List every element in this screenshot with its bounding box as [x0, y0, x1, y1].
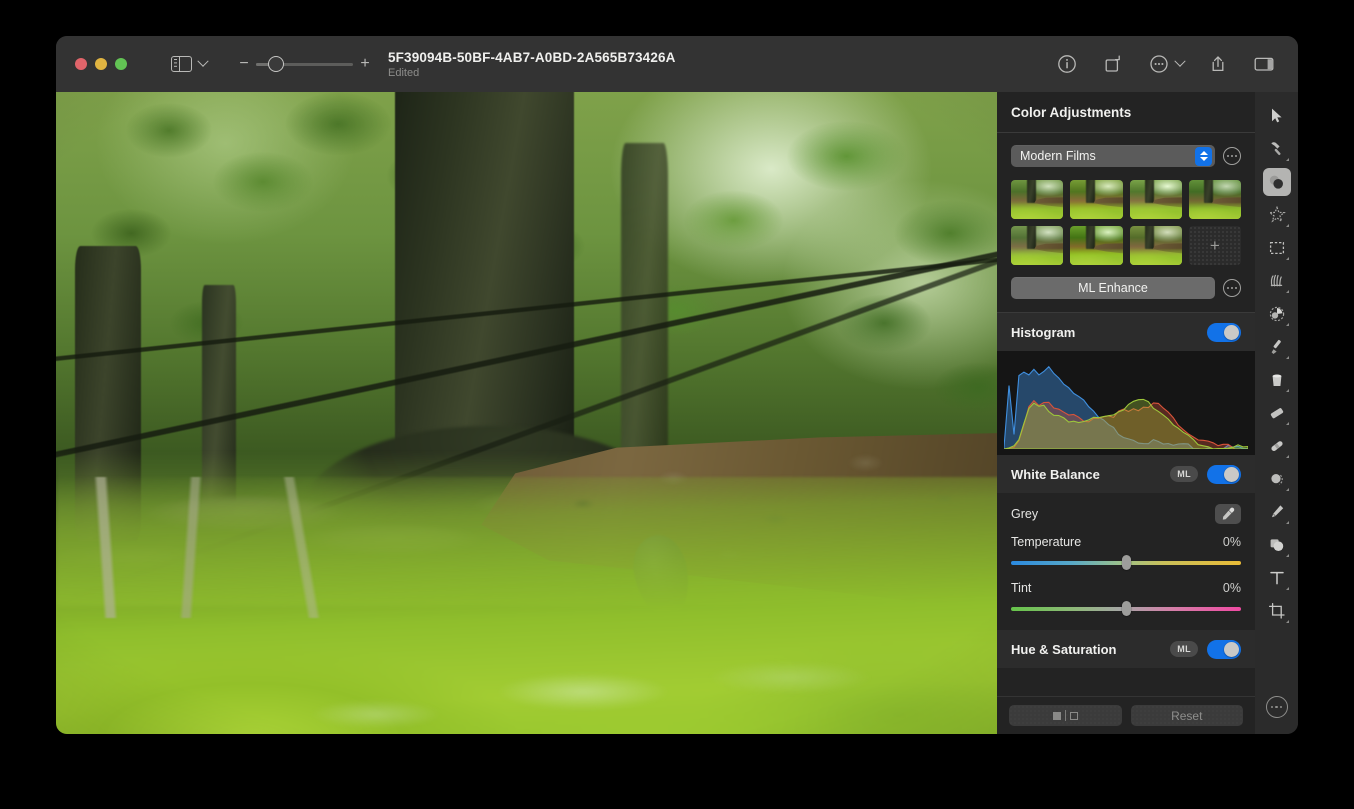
grey-label: Grey: [1011, 507, 1039, 521]
tint-label: Tint: [1011, 581, 1032, 595]
minimize-button[interactable]: [95, 58, 107, 70]
histogram-header: Histogram: [997, 313, 1255, 351]
photo-canvas[interactable]: [56, 92, 997, 734]
preset-thumbnail[interactable]: [1129, 226, 1182, 265]
more-tools-icon[interactable]: [1265, 696, 1288, 718]
temperature-slider[interactable]: [1011, 555, 1241, 570]
compare-filled-square-icon: [1052, 711, 1061, 720]
preset-thumbnail[interactable]: [1188, 180, 1241, 219]
white-balance-label: White Balance: [1011, 466, 1100, 482]
magic-wand-tool[interactable]: [1263, 201, 1291, 229]
temperature-value: 0%: [1222, 535, 1241, 549]
retouch-tool[interactable]: [1263, 267, 1291, 295]
temperature-slider-knob[interactable]: [1121, 555, 1131, 570]
zoom-slider-knob[interactable]: [268, 56, 284, 72]
preset-thumbnails: +: [1011, 180, 1241, 265]
blur-tool[interactable]: [1263, 465, 1291, 493]
zoom-slider-group[interactable]: − +: [237, 56, 372, 72]
preset-selector-row: Modern Films: [1011, 145, 1241, 167]
right-panel-icon[interactable]: [1252, 52, 1276, 76]
traffic-lights: [75, 58, 127, 70]
preset-thumbnail[interactable]: [1129, 180, 1182, 219]
temperature-row: Temperature 0%: [997, 524, 1255, 549]
compare-outline-square-icon: [1069, 711, 1078, 720]
temperature-label: Temperature: [1011, 535, 1082, 549]
adjustments-panel: Color Adjustments Modern Films + ML Enha…: [997, 92, 1255, 734]
edited-status: Edited: [388, 66, 420, 79]
white-balance-ml-badge: ML: [1170, 466, 1198, 482]
color-adjustments-tool[interactable]: [1262, 168, 1291, 196]
hue-saturation-label: Hue & Saturation: [1011, 641, 1117, 657]
tint-row: Tint 0%: [997, 570, 1255, 595]
tint-value: 0%: [1222, 581, 1241, 595]
preset-select[interactable]: Modern Films: [1011, 145, 1215, 167]
sidebar-toggle-group[interactable]: [171, 55, 209, 73]
add-preset-button[interactable]: +: [1188, 226, 1241, 265]
photo-editor-window: − + 5F39094B-50BF-4AB7-A0BD-2A565B73426A…: [56, 36, 1298, 734]
more-options-group[interactable]: [1147, 52, 1186, 76]
preset-thumbnail[interactable]: [1070, 180, 1123, 219]
histogram-svg: [1004, 365, 1248, 449]
hue-saturation-header: Hue & Saturation ML: [997, 630, 1255, 668]
histogram-toggle[interactable]: [1207, 322, 1241, 342]
tool-strip: [1255, 92, 1298, 734]
chevron-down-icon[interactable]: [197, 55, 209, 67]
eraser-tool[interactable]: [1263, 399, 1291, 427]
hue-saturation-ml-badge: ML: [1170, 641, 1198, 657]
preset-options-icon[interactable]: [1223, 147, 1241, 165]
reset-button[interactable]: Reset: [1130, 705, 1243, 726]
ml-enhance-row: ML Enhance: [997, 277, 1255, 312]
text-tool[interactable]: [1263, 564, 1291, 592]
sidebar-icon[interactable]: [171, 55, 192, 73]
more-options-chevron-down-icon[interactable]: [1174, 55, 1186, 67]
window-titlebar: − + 5F39094B-50BF-4AB7-A0BD-2A565B73426A…: [56, 36, 1298, 92]
maximize-button[interactable]: [115, 58, 127, 70]
select-arrow-tool[interactable]: [1263, 102, 1291, 130]
preset-thumbnail[interactable]: [1011, 226, 1064, 265]
white-balance-toggle[interactable]: [1207, 464, 1241, 484]
screenshot-root: − + 5F39094B-50BF-4AB7-A0BD-2A565B73426A…: [0, 0, 1354, 809]
window-title-block: 5F39094B-50BF-4AB7-A0BD-2A565B73426A Edi…: [388, 50, 676, 79]
grey-row: Grey: [997, 493, 1255, 524]
white-balance-header: White Balance ML: [997, 455, 1255, 493]
page-title: 5F39094B-50BF-4AB7-A0BD-2A565B73426A: [388, 49, 676, 65]
panel-footer: Reset: [997, 696, 1255, 734]
paintbrush-tool[interactable]: [1263, 333, 1291, 361]
tint-slider[interactable]: [1011, 601, 1241, 616]
share-icon[interactable]: [1206, 52, 1230, 76]
more-options-icon[interactable]: [1147, 52, 1171, 76]
compare-divider-icon: [1064, 710, 1066, 721]
rotate-icon[interactable]: [1101, 52, 1125, 76]
tint-slider-knob[interactable]: [1121, 601, 1131, 616]
hue-saturation-toggle[interactable]: [1207, 639, 1241, 659]
zoom-slider-track[interactable]: [256, 56, 353, 72]
dodge-burn-tool[interactable]: [1263, 300, 1291, 328]
zoom-out-button[interactable]: −: [237, 56, 251, 72]
panel-title: Color Adjustments: [1011, 105, 1132, 120]
presets-section: Modern Films +: [997, 133, 1255, 277]
ml-enhance-button[interactable]: ML Enhance: [1011, 277, 1215, 299]
preset-thumbnail[interactable]: [1011, 180, 1064, 219]
eyedropper-icon[interactable]: [1215, 504, 1241, 524]
preset-select-value: Modern Films: [1020, 149, 1096, 163]
histogram-label: Histogram: [1011, 324, 1076, 340]
shapes-tool[interactable]: [1263, 531, 1291, 559]
preset-stepper-icon[interactable]: [1195, 146, 1212, 166]
close-button[interactable]: [75, 58, 87, 70]
zoom-in-button[interactable]: +: [358, 56, 372, 72]
compare-button[interactable]: [1009, 705, 1122, 726]
pen-tool[interactable]: [1263, 498, 1291, 526]
ml-enhance-options-icon[interactable]: [1223, 279, 1241, 297]
photo-vignette: [56, 92, 997, 734]
heal-tool[interactable]: [1263, 432, 1291, 460]
marquee-tool[interactable]: [1263, 234, 1291, 262]
repair-tool[interactable]: [1263, 135, 1291, 163]
info-icon[interactable]: [1055, 52, 1079, 76]
crop-tool[interactable]: [1263, 597, 1291, 625]
preset-thumbnail[interactable]: [1070, 226, 1123, 265]
histogram-chart: [997, 351, 1255, 455]
titlebar-actions: [1055, 52, 1276, 76]
paint-bucket-tool[interactable]: [1263, 366, 1291, 394]
